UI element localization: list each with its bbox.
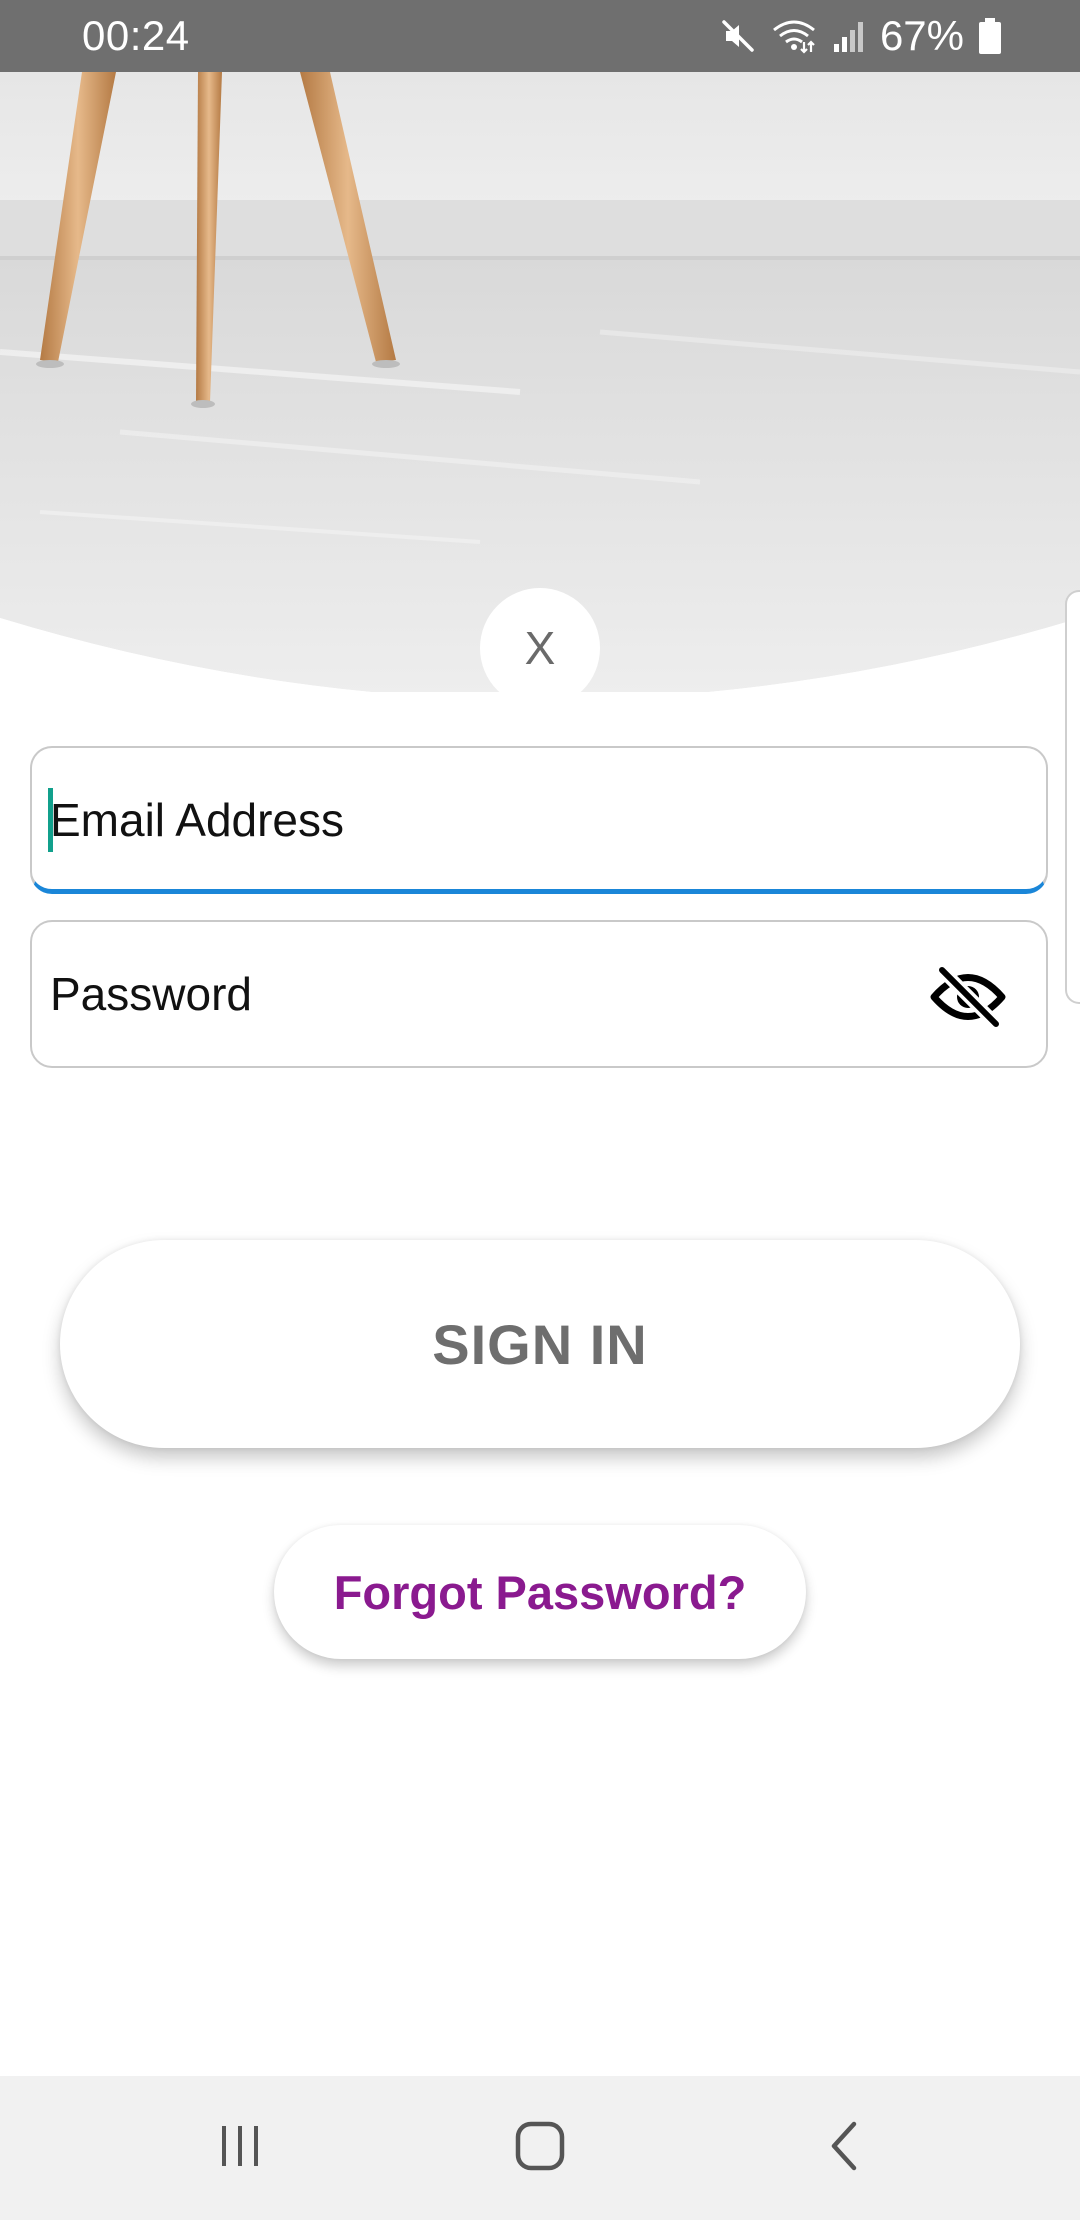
recent-apps-button[interactable] [160, 2076, 320, 2220]
back-icon [824, 2120, 864, 2177]
eye-off-icon[interactable] [930, 963, 1006, 1033]
status-time: 00:24 [82, 12, 190, 59]
battery-icon [978, 17, 1002, 55]
battery-percent: 67% [879, 12, 964, 59]
back-button[interactable] [764, 2076, 924, 2220]
wifi-icon [770, 18, 818, 54]
mute-icon [720, 18, 756, 54]
home-icon [514, 2120, 566, 2177]
signal-icon [832, 18, 866, 54]
sign-in-button[interactable]: SIGN IN [60, 1240, 1020, 1448]
forgot-password-button[interactable]: Forgot Password? [274, 1525, 806, 1659]
home-button[interactable] [460, 2076, 620, 2220]
side-panel-handle[interactable] [1065, 590, 1080, 1004]
navigation-bar [0, 2076, 1080, 2220]
status-icons: 67% [720, 14, 1002, 58]
password-placeholder: Password [50, 967, 252, 1020]
password-field[interactable]: Password [30, 920, 1048, 1068]
email-placeholder: Email Address [50, 793, 345, 846]
email-field[interactable]: Email Address [30, 746, 1048, 894]
close-button[interactable]: X [480, 588, 600, 708]
status-bar: 00:24 67% [0, 0, 1080, 72]
recent-apps-icon [216, 2122, 264, 2175]
